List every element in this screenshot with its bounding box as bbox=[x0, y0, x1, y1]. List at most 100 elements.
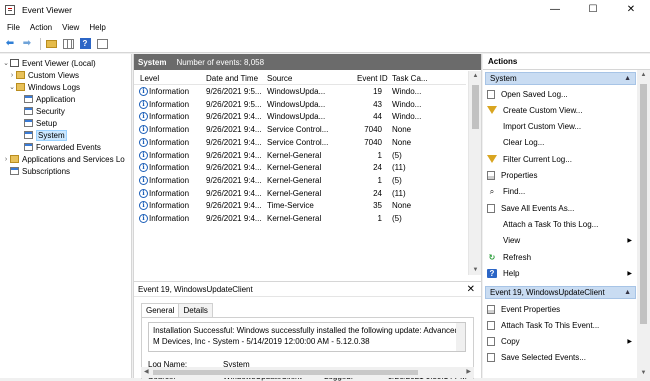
action-event-properties[interactable]: Event Properties bbox=[487, 303, 635, 315]
collapse-icon[interactable]: ▲ bbox=[624, 289, 631, 296]
scroll-right-icon[interactable]: ▶ bbox=[466, 368, 471, 375]
menu-bar: File Action View Help bbox=[0, 20, 650, 35]
actions-section-system[interactable]: System ▲ bbox=[485, 72, 636, 85]
save-icon bbox=[487, 203, 495, 213]
scroll-up-icon[interactable]: ▲ bbox=[637, 72, 650, 78]
event-task-category: Windo... bbox=[392, 87, 422, 96]
action-attach-a-task-to-this-log[interactable]: Attach a Task To this Log... bbox=[487, 218, 635, 230]
scroll-down-icon[interactable]: ▼ bbox=[637, 370, 650, 376]
event-description[interactable]: Installation Successful: Windows success… bbox=[148, 322, 466, 352]
column-header-row: Level Date and Time Source Event ID Task… bbox=[134, 71, 466, 85]
event-task-category: None bbox=[392, 137, 412, 147]
event-row[interactable]: i Information 9/26/2021 9:4... Service Cont… bbox=[134, 137, 466, 150]
tree-item-custom-views[interactable]: › Custom Views bbox=[8, 69, 79, 81]
refresh-icon: ↻ bbox=[488, 252, 496, 262]
scroll-down-icon[interactable]: ▼ bbox=[469, 267, 482, 273]
forward-arrow-icon[interactable]: ➡ bbox=[20, 37, 34, 50]
help-icon[interactable]: ? bbox=[78, 37, 92, 50]
event-date-time: 9/26/2021 9:4... bbox=[206, 201, 262, 211]
event-row[interactable]: i Information 9/26/2021 9:4... Time-Service… bbox=[134, 200, 466, 213]
action-open-saved-log[interactable]: Open Saved Log... bbox=[487, 88, 635, 100]
log-icon bbox=[24, 131, 33, 139]
action-copy[interactable]: Copy ▶ bbox=[487, 335, 635, 347]
event-date-time: 9/26/2021 9:4... bbox=[206, 112, 262, 122]
tree-item-subscriptions[interactable]: Subscriptions bbox=[10, 165, 70, 177]
menu-file[interactable]: File bbox=[7, 23, 20, 32]
show-hide-tree-icon[interactable] bbox=[61, 37, 75, 50]
action-refresh[interactable]: ↻ Refresh bbox=[487, 251, 635, 263]
close-button[interactable]: ✕ bbox=[612, 0, 650, 20]
event-row[interactable]: i Information 9/26/2021 9:4... Service Cont… bbox=[134, 124, 466, 137]
scroll-thumb[interactable] bbox=[640, 84, 647, 324]
action-help[interactable]: ? Help ▶ bbox=[487, 267, 635, 279]
action-save-all-events-as[interactable]: Save All Events As... bbox=[487, 202, 635, 214]
scroll-thumb[interactable] bbox=[153, 370, 418, 375]
minimize-button[interactable]: — bbox=[536, 0, 574, 20]
tree-item-windows-logs[interactable]: ⌄ Windows Logs bbox=[8, 81, 80, 93]
event-id: 1 bbox=[377, 150, 382, 160]
close-detail-button[interactable]: ✕ bbox=[467, 284, 475, 295]
collapse-icon[interactable]: ▲ bbox=[624, 75, 631, 82]
column-source[interactable]: Source bbox=[267, 74, 292, 83]
action-view[interactable]: View ▶ bbox=[487, 235, 635, 247]
event-date-time: 9/26/2021 9:4... bbox=[206, 175, 262, 185]
event-id: 24 bbox=[373, 188, 382, 198]
tree-item-applications-and-services[interactable]: › Applications and Services Lo bbox=[2, 153, 125, 165]
back-arrow-icon[interactable]: ⬅ bbox=[3, 37, 17, 50]
action-find[interactable]: ⌕ Find... bbox=[487, 186, 635, 198]
event-list-scrollbar[interactable]: ▲ ▼ bbox=[468, 71, 481, 275]
expand-icon[interactable]: › bbox=[2, 156, 10, 163]
tree-item-forwarded-events[interactable]: Forwarded Events bbox=[24, 141, 101, 153]
actions-pane: Actions System ▲ Open Saved Log... Create… bbox=[483, 54, 650, 378]
action-save-selected-events[interactable]: Save Selected Events... bbox=[487, 352, 635, 364]
tree-item-system[interactable]: System bbox=[24, 129, 67, 141]
action-label: Save Selected Events... bbox=[501, 353, 586, 363]
event-row[interactable]: i Information 9/26/2021 9:5... WindowsUpda.… bbox=[134, 99, 466, 112]
find-icon: ⌕ bbox=[489, 186, 495, 196]
menu-action[interactable]: Action bbox=[30, 23, 52, 32]
maximize-button[interactable]: ☐ bbox=[574, 0, 612, 20]
actions-scrollbar[interactable]: ▲ ▼ bbox=[637, 70, 650, 378]
tree-item-event-viewer-local[interactable]: ⌄ Event Viewer (Local) bbox=[2, 57, 96, 69]
action-filter-current-log[interactable]: Filter Current Log... bbox=[487, 153, 635, 165]
column-date-time[interactable]: Date and Time bbox=[206, 74, 258, 83]
action-clear-log[interactable]: Clear Log... bbox=[487, 137, 635, 149]
event-date-time: 9/26/2021 9:5... bbox=[206, 87, 262, 96]
column-level[interactable]: Level bbox=[140, 74, 159, 83]
up-folder-icon[interactable] bbox=[44, 37, 58, 50]
expand-icon[interactable]: ⌄ bbox=[8, 83, 16, 91]
detail-horizontal-scrollbar[interactable]: ◀ ▶ bbox=[141, 367, 474, 378]
tree-item-application[interactable]: Application bbox=[24, 93, 75, 105]
scroll-left-icon[interactable]: ◀ bbox=[144, 368, 149, 375]
expand-icon[interactable]: ⌄ bbox=[2, 59, 10, 67]
tree-item-security[interactable]: Security bbox=[24, 105, 65, 117]
menu-help[interactable]: Help bbox=[89, 23, 105, 32]
menu-view[interactable]: View bbox=[62, 23, 79, 32]
scroll-up-icon[interactable]: ▲ bbox=[469, 73, 482, 79]
action-import-custom-view[interactable]: Import Custom View... bbox=[487, 121, 635, 133]
event-row[interactable]: i Information 9/26/2021 9:4... Kernel-Gener… bbox=[134, 150, 466, 163]
action-properties[interactable]: Properties bbox=[487, 170, 635, 182]
column-task-category[interactable]: Task Ca... bbox=[392, 74, 428, 83]
event-row[interactable]: i Information 9/26/2021 9:5... WindowsUpda.… bbox=[134, 86, 466, 99]
event-row[interactable]: i Information 9/26/2021 9:4... Kernel-Gener… bbox=[134, 188, 466, 201]
expand-icon[interactable]: › bbox=[8, 72, 16, 79]
event-row[interactable]: i Information 9/26/2021 9:4... WindowsUpda.… bbox=[134, 111, 466, 124]
event-row[interactable]: i Information 9/26/2021 9:4... Kernel-Gener… bbox=[134, 175, 466, 188]
description-scrollbar[interactable] bbox=[456, 323, 465, 351]
show-hide-action-icon[interactable] bbox=[95, 37, 109, 50]
event-row[interactable]: i Information 9/26/2021 9:4... Kernel-Gener… bbox=[134, 162, 466, 175]
column-event-id[interactable]: Event ID bbox=[357, 74, 388, 83]
event-task-category: (5) bbox=[392, 175, 402, 185]
actions-section-event[interactable]: Event 19, WindowsUpdateClient ▲ bbox=[485, 286, 636, 299]
tab-general[interactable]: General bbox=[141, 303, 180, 318]
action-create-custom-view[interactable]: Create Custom View... bbox=[487, 104, 635, 116]
help-icon: ? bbox=[487, 268, 497, 278]
action-attach-task-to-this-event[interactable]: Attach Task To This Event... bbox=[487, 319, 635, 331]
scroll-thumb[interactable] bbox=[472, 85, 479, 129]
event-level: Information bbox=[149, 125, 190, 135]
action-label: Create Custom View... bbox=[503, 105, 583, 115]
event-row[interactable]: i Information 9/26/2021 9:4... Kernel-Gener… bbox=[134, 213, 466, 226]
tab-details[interactable]: Details bbox=[178, 303, 213, 318]
tree-item-setup[interactable]: Setup bbox=[24, 117, 57, 129]
